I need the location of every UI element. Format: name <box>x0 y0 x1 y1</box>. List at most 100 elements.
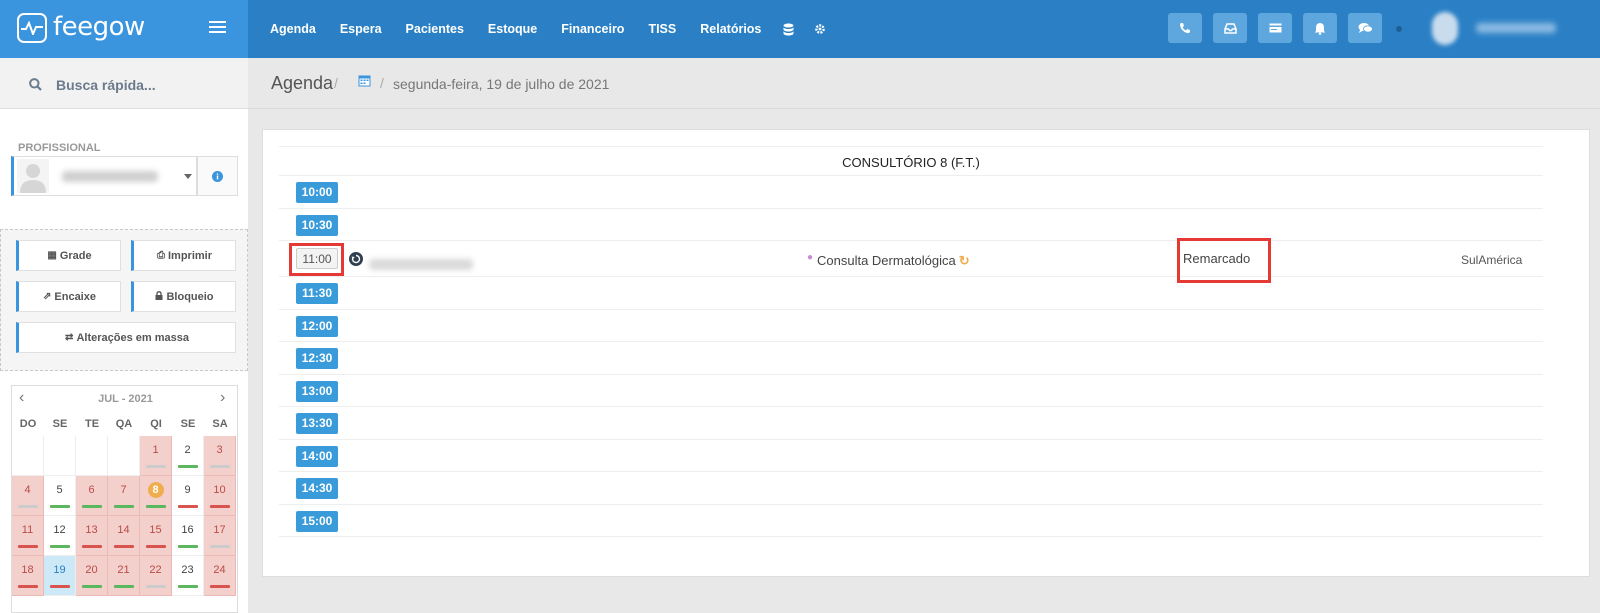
calendar-day[interactable]: 9 <box>172 476 204 516</box>
breadcrumb-date: segunda-feira, 19 de julho de 2021 <box>393 76 610 92</box>
calendar-day[interactable]: 23 <box>172 556 204 596</box>
nav-pacientes[interactable]: Pacientes <box>394 22 476 36</box>
time-slot-row[interactable]: 12:30 <box>279 342 1543 375</box>
time-slot-button[interactable]: 13:30 <box>296 413 338 434</box>
nav-espera[interactable]: Espera <box>328 22 394 36</box>
rescheduled-icon: ↻ <box>958 253 970 268</box>
time-slot-row[interactable]: 14:00 <box>279 440 1543 472</box>
time-slot-button[interactable]: 12:30 <box>296 348 338 369</box>
brand-name[interactable]: feegow <box>53 12 145 42</box>
calendar-day[interactable]: 6 <box>76 476 108 516</box>
calendar-day[interactable]: 13 <box>76 516 108 556</box>
nav-estoque[interactable]: Estoque <box>476 22 549 36</box>
time-slot-row[interactable]: 11:00 ● Consulta Dermatológica ↻ Remarcado Su… <box>279 238 1543 283</box>
time-slot-row[interactable]: 13:30 <box>279 407 1543 440</box>
procedure-label: Consulta Dermatológica <box>817 253 956 268</box>
calendar-day[interactable]: 16 <box>172 516 204 556</box>
imprimir-button[interactable]: ⎙ Imprimir <box>131 240 236 271</box>
user-name-redacted[interactable] <box>1476 23 1556 33</box>
time-slot-row[interactable]: 13:00 <box>279 375 1543 407</box>
calendar-day-number: 12 <box>53 524 66 536</box>
availability-bar <box>178 545 198 548</box>
calendar-day-number: 1 <box>152 444 159 456</box>
page-header: Agenda / / segunda-feira, 19 de julho de… <box>248 58 1600 109</box>
weekday-header: SA <box>212 418 228 430</box>
quick-search[interactable]: Busca rápida... <box>0 58 248 109</box>
calendar-day-number: 15 <box>149 524 162 536</box>
bloqueio-button[interactable]: Bloqueio <box>131 281 236 312</box>
menu-toggle-icon[interactable] <box>209 21 226 35</box>
time-slot-row[interactable]: 11:30 <box>279 277 1543 310</box>
alteracoes-em-massa-button[interactable]: ⇄ Alterações em massa <box>16 322 236 353</box>
calendar-day[interactable]: 17 <box>204 516 236 556</box>
calendar-day[interactable]: 19 <box>44 556 76 596</box>
time-slot-button[interactable]: 14:30 <box>296 478 338 499</box>
inbox-icon[interactable] <box>1213 13 1247 43</box>
calendar-day[interactable]: 2 <box>172 436 204 476</box>
encaixe-button[interactable]: ⇗ Encaixe <box>16 281 121 312</box>
calendar-day[interactable]: 11 <box>12 516 44 556</box>
calendar-icon: ▦ <box>47 250 57 261</box>
time-slot-row[interactable]: 12:00 <box>279 310 1543 342</box>
calendar-day[interactable]: 14 <box>108 516 140 556</box>
user-avatar[interactable] <box>1432 12 1458 45</box>
calendar-day[interactable]: 18 <box>12 556 44 596</box>
time-slot-button[interactable]: 15:00 <box>296 510 338 532</box>
search-icon <box>29 78 42 94</box>
mini-calendar: ‹ JUL - 2021 › DO SE TE QA QI SE SA 1234567891… <box>11 385 238 613</box>
calendar-day[interactable]: 4 <box>12 476 44 516</box>
nav-financeiro[interactable]: Financeiro <box>549 22 636 36</box>
time-slot-button[interactable]: 11:30 <box>296 283 338 304</box>
chat-icon[interactable] <box>1348 13 1382 43</box>
brand-area: feegow <box>0 0 248 58</box>
database-icon[interactable] <box>773 23 804 36</box>
feegow-logo-icon[interactable] <box>17 13 47 43</box>
gear-icon[interactable] <box>804 23 836 35</box>
info-button[interactable] <box>197 156 238 196</box>
grade-button[interactable]: ▦ Grade <box>16 240 121 271</box>
profissional-select[interactable] <box>11 156 197 196</box>
calendar-empty-cell <box>44 436 76 476</box>
calendar-header: ‹ JUL - 2021 › <box>12 386 237 410</box>
calendar-day[interactable]: 21 <box>108 556 140 596</box>
calendar-day[interactable]: 5 <box>44 476 76 516</box>
calendar-day-number: 24 <box>213 564 226 576</box>
calendar-day[interactable]: 12 <box>44 516 76 556</box>
time-slot-row[interactable]: 10:30 <box>279 209 1543 241</box>
phone-icon[interactable] <box>1168 13 1202 43</box>
calendar-day[interactable]: 22 <box>140 556 172 596</box>
time-slot-row[interactable]: 10:00 <box>279 176 1543 209</box>
calendar-day[interactable]: 15 <box>140 516 172 556</box>
bell-icon[interactable] <box>1303 13 1337 43</box>
availability-bar <box>114 545 134 548</box>
main-nav: Agenda Espera Pacientes Estoque Financei… <box>258 0 836 58</box>
calendar-day[interactable]: 3 <box>204 436 236 476</box>
time-slot-button[interactable]: 10:00 <box>296 182 338 203</box>
calendar-day[interactable]: 8 <box>140 476 172 516</box>
calendar-day[interactable]: 24 <box>204 556 236 596</box>
time-slot-button[interactable]: 13:00 <box>296 380 338 402</box>
agenda-actions: ▦ Grade ⎙ Imprimir ⇗ Encaixe Bloqueio ⇄ Alte… <box>0 229 248 371</box>
calendar-day[interactable]: 1 <box>140 436 172 476</box>
nav-agenda[interactable]: Agenda <box>258 22 328 36</box>
profissional-label: PROFISSIONAL <box>18 142 101 154</box>
patient-name-redacted[interactable] <box>369 259 473 270</box>
time-slot-row[interactable]: 14:30 <box>279 472 1543 505</box>
calendar-day[interactable]: 7 <box>108 476 140 516</box>
nav-tiss[interactable]: TISS <box>636 22 688 36</box>
top-navbar: feegow Agenda Espera Pacientes Estoque F… <box>0 0 1600 58</box>
time-slot-button[interactable]: 14:00 <box>296 445 338 467</box>
calendar-icon[interactable] <box>358 74 371 90</box>
nav-relatorios[interactable]: Relatórios <box>688 22 773 36</box>
chevron-right-icon[interactable]: › <box>220 389 225 407</box>
lock-icon <box>155 290 163 303</box>
calendar-day[interactable]: 20 <box>76 556 108 596</box>
procedure-name[interactable]: Consulta Dermatológica ↻ <box>817 253 970 269</box>
card-icon[interactable] <box>1258 13 1292 43</box>
time-slot-button[interactable]: 10:30 <box>296 214 338 236</box>
chevron-down-icon <box>184 174 192 179</box>
time-slot-button[interactable]: 12:00 <box>296 315 338 337</box>
availability-bar <box>114 585 134 588</box>
calendar-day[interactable]: 10 <box>204 476 236 516</box>
time-slot-row[interactable]: 15:00 <box>279 505 1543 537</box>
